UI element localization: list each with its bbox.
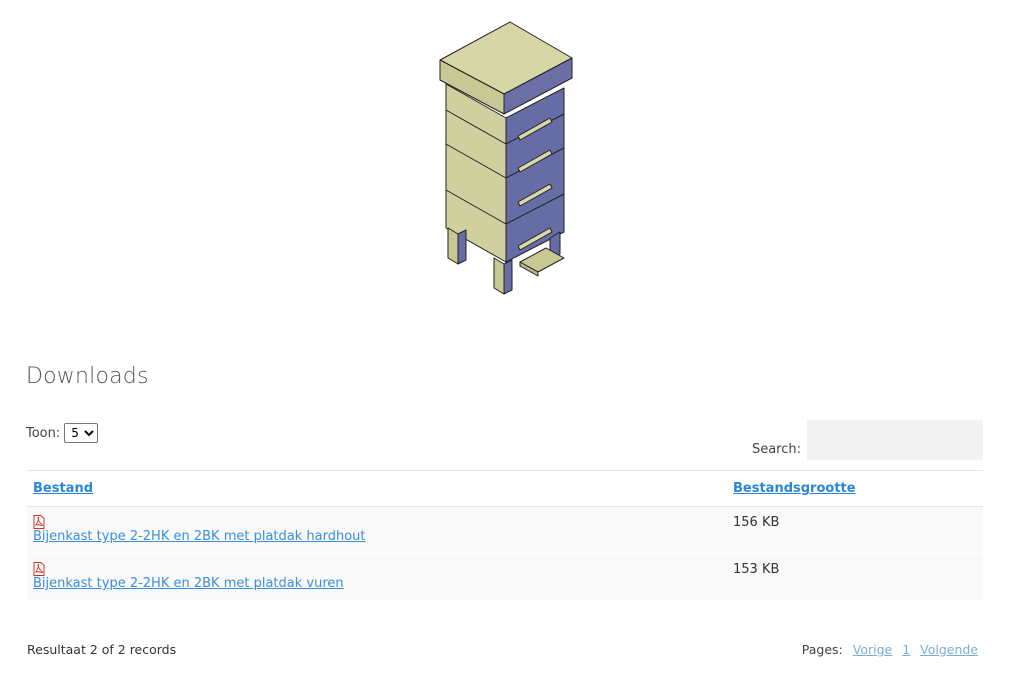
search-control: Search: — [752, 420, 983, 460]
pdf-icon — [33, 562, 45, 576]
page-length-control: Toon: 5 — [26, 423, 99, 443]
prev-page-link[interactable]: Vorige — [853, 642, 892, 657]
search-label: Search: — [751, 441, 801, 457]
column-header-file[interactable]: Bestand — [27, 470, 727, 507]
table-row: Bijenkast type 2-2HK en 2BK met platdak … — [27, 506, 983, 554]
downloads-heading: Downloads — [26, 364, 149, 389]
download-link[interactable]: Bijenkast type 2-2HK en 2BK met platdak … — [33, 576, 344, 591]
page-number-link[interactable]: 1 — [902, 642, 910, 657]
table-header-row: Bestand Bestandsgrootte — [27, 470, 983, 507]
size-cell: 156 KB — [727, 506, 983, 554]
table-row: Bijenkast type 2-2HK en 2BK met platdak … — [27, 553, 983, 601]
download-link[interactable]: Bijenkast type 2-2HK en 2BK met platdak … — [33, 529, 366, 544]
result-count: Resultaat 2 of 2 records — [27, 642, 177, 657]
next-page-link[interactable]: Volgende — [920, 642, 978, 657]
pages-label: Pages: — [801, 642, 843, 657]
column-header-size[interactable]: Bestandsgrootte — [727, 470, 983, 507]
file-cell: Bijenkast type 2-2HK en 2BK met platdak … — [27, 506, 727, 554]
file-cell: Bijenkast type 2-2HK en 2BK met platdak … — [27, 553, 727, 601]
page-length-label: Toon: — [26, 425, 61, 441]
pdf-icon — [33, 515, 45, 529]
beehive-drawing — [439, 21, 573, 295]
page-length-select[interactable]: 5 — [64, 423, 99, 443]
search-input[interactable] — [807, 420, 983, 460]
size-cell: 153 KB — [727, 553, 983, 601]
sort-file-link[interactable]: Bestand — [33, 481, 93, 496]
pagination: Pages: Vorige 1 Volgende — [802, 642, 978, 657]
downloads-table: Bestand Bestandsgrootte Bijenkast type 2… — [27, 470, 983, 601]
sort-size-link[interactable]: Bestandsgrootte — [733, 481, 856, 496]
